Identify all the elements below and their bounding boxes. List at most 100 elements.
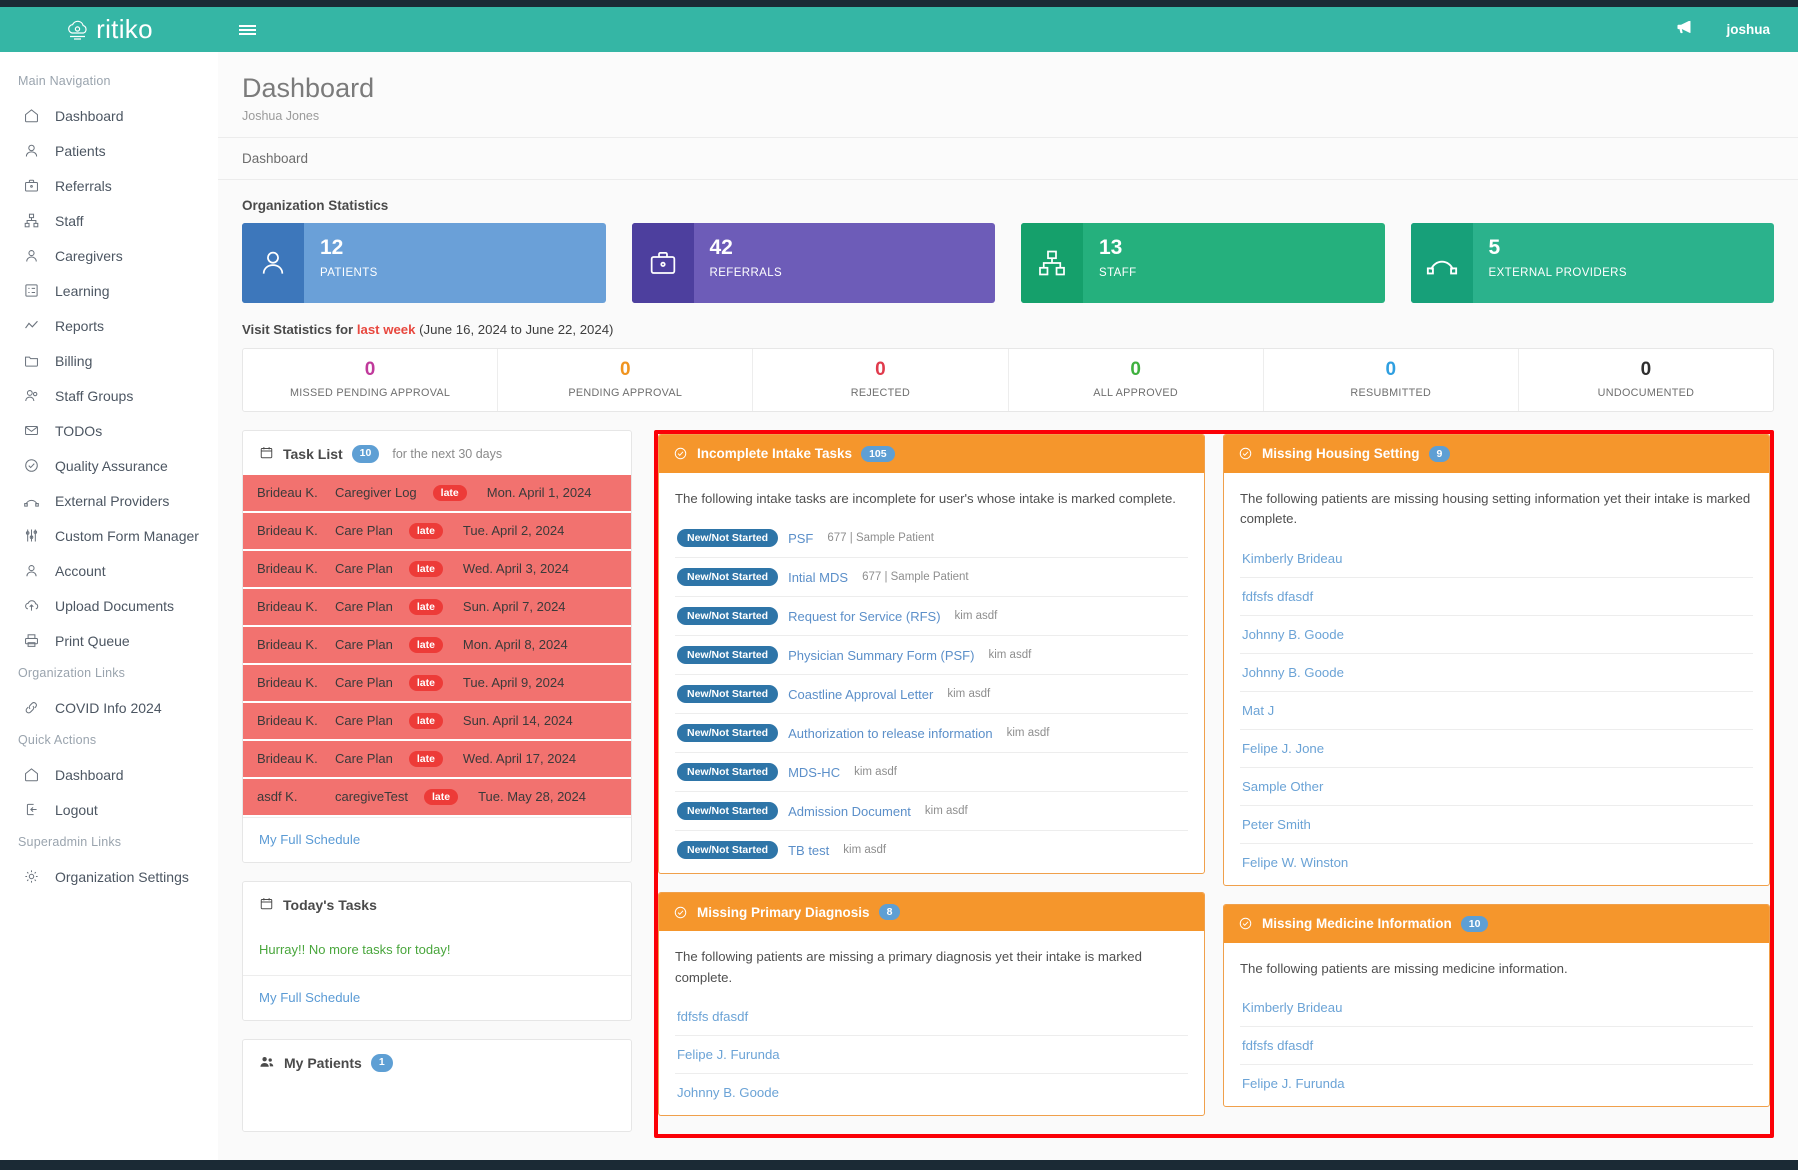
task-name[interactable]: MDS-HC: [788, 765, 840, 780]
table-row[interactable]: Brideau K. Caregiver Log late Mon. April…: [243, 475, 631, 513]
list-item[interactable]: Johnny B. Goode: [1240, 616, 1753, 654]
task-what: Care Plan: [335, 751, 393, 766]
list-item[interactable]: New/Not Started TB test kim asdf: [675, 831, 1188, 869]
list-item[interactable]: Felipe J. Jone: [1240, 730, 1753, 768]
hamburger-icon[interactable]: [228, 15, 266, 45]
sidebar-item-patients[interactable]: Patients: [0, 133, 218, 168]
list-item[interactable]: New/Not Started MDS-HC kim asdf: [675, 753, 1188, 792]
task-name[interactable]: Intial MDS: [788, 570, 848, 585]
list-item[interactable]: fdfsfs dfasdf: [1240, 1027, 1753, 1065]
task-what: Caregiver Log: [335, 485, 417, 500]
sidebar-item-covid-info-2024[interactable]: COVID Info 2024: [0, 690, 218, 725]
list-item[interactable]: New/Not Started Physician Summary Form (…: [675, 636, 1188, 675]
sidebar-item-logout[interactable]: Logout: [0, 792, 218, 827]
task-name[interactable]: TB test: [788, 843, 829, 858]
sidebar-item-caregivers[interactable]: Caregivers: [0, 238, 218, 273]
panel-header: Missing Primary Diagnosis 8: [659, 893, 1204, 931]
sidebar-item-upload-documents[interactable]: Upload Documents: [0, 588, 218, 623]
task-name[interactable]: Coastline Approval Letter: [788, 687, 933, 702]
task-name[interactable]: PSF: [788, 531, 813, 546]
sidebar-item-referrals[interactable]: Referrals: [0, 168, 218, 203]
task-name[interactable]: Admission Document: [788, 804, 911, 819]
my-full-schedule-link[interactable]: My Full Schedule: [259, 832, 360, 847]
sidebar-item-custom-form-manager[interactable]: Custom Form Manager: [0, 518, 218, 553]
task-meta: kim asdf: [955, 610, 998, 622]
stat-value: 13: [1099, 237, 1385, 258]
calendar-icon: [259, 445, 274, 463]
visit-stat-all-approved[interactable]: 0 ALL APPROVED: [1009, 349, 1264, 411]
table-row[interactable]: Brideau K. Care Plan late Sun. April 14,…: [243, 703, 631, 741]
task-name[interactable]: Authorization to release information: [788, 726, 993, 741]
user-circle-icon: [22, 246, 41, 265]
sidebar-item-billing[interactable]: Billing: [0, 343, 218, 378]
list-item[interactable]: Johnny B. Goode: [1240, 654, 1753, 692]
table-row[interactable]: Brideau K. Care Plan late Wed. April 17,…: [243, 741, 631, 779]
task-when: Wed. April 17, 2024: [463, 751, 576, 766]
sidebar-item-staff[interactable]: Staff: [0, 203, 218, 238]
list-item[interactable]: Mat J: [1240, 692, 1753, 730]
table-row[interactable]: Brideau K. Care Plan late Sun. April 7, …: [243, 589, 631, 627]
table-row[interactable]: Brideau K. Care Plan late Tue. April 2, …: [243, 513, 631, 551]
task-name[interactable]: Request for Service (RFS): [788, 609, 940, 624]
list-item[interactable]: New/Not Started Coastline Approval Lette…: [675, 675, 1188, 714]
sidebar-item-external-providers[interactable]: External Providers: [0, 483, 218, 518]
sidebar-item-quality-assurance[interactable]: Quality Assurance: [0, 448, 218, 483]
user-menu[interactable]: joshua: [1726, 22, 1770, 37]
sitemap-icon: [22, 211, 41, 230]
visit-stat-rejected[interactable]: 0 REJECTED: [753, 349, 1008, 411]
table-row[interactable]: Brideau K. Care Plan late Mon. April 8, …: [243, 627, 631, 665]
sidebar-item-label: Quality Assurance: [55, 458, 168, 474]
list-item[interactable]: Kimberly Brideau: [1240, 540, 1753, 578]
list-item[interactable]: fdfsfs dfasdf: [1240, 578, 1753, 616]
table-row[interactable]: asdf K. caregiveTest late Tue. May 28, 2…: [243, 779, 631, 817]
list-item[interactable]: Felipe J. Furunda: [675, 1036, 1188, 1074]
list-item[interactable]: Felipe W. Winston: [1240, 844, 1753, 881]
stat-card-staff[interactable]: 13 STAFF: [1021, 223, 1385, 303]
sidebar-item-account[interactable]: Account: [0, 553, 218, 588]
stat-card-referrals[interactable]: 42 REFERRALS: [632, 223, 996, 303]
task-who: Brideau K.: [257, 599, 321, 614]
sidebar-item-organization-settings[interactable]: Organization Settings: [0, 859, 218, 894]
task-list-footer: My Full Schedule: [243, 817, 631, 862]
list-item[interactable]: New/Not Started Authorization to release…: [675, 714, 1188, 753]
task-name[interactable]: Physician Summary Form (PSF): [788, 648, 974, 663]
brand-logo[interactable]: ritiko: [0, 7, 218, 52]
stat-card-patients[interactable]: 12 PATIENTS: [242, 223, 606, 303]
status-badge: late: [433, 485, 467, 501]
panel-description: The following patients are missing housi…: [1240, 489, 1753, 530]
sidebar-item-dashboard[interactable]: Dashboard: [0, 98, 218, 133]
sidebar-item-staff-groups[interactable]: Staff Groups: [0, 378, 218, 413]
list-item[interactable]: New/Not Started Request for Service (RFS…: [675, 597, 1188, 636]
stat-card-external-providers[interactable]: 5 EXTERNAL PROVIDERS: [1411, 223, 1775, 303]
list-item[interactable]: Johnny B. Goode: [675, 1074, 1188, 1111]
todays-tasks-footer: My Full Schedule: [243, 975, 631, 1020]
status-badge: New/Not Started: [677, 529, 778, 547]
list-item[interactable]: New/Not Started PSF 677 | Sample Patient: [675, 519, 1188, 558]
list-item[interactable]: fdfsfs dfasdf: [675, 998, 1188, 1036]
visit-stat-resubmitted[interactable]: 0 RESUBMITTED: [1264, 349, 1519, 411]
table-row[interactable]: Brideau K. Care Plan late Wed. April 3, …: [243, 551, 631, 589]
sidebar-item-quick-dashboard[interactable]: Dashboard: [0, 757, 218, 792]
printer-icon: [22, 631, 41, 650]
megaphone-icon[interactable]: [1675, 18, 1694, 42]
list-item[interactable]: New/Not Started Intial MDS 677 | Sample …: [675, 558, 1188, 597]
visit-stat-value: 0: [620, 360, 631, 379]
sidebar-item-reports[interactable]: Reports: [0, 308, 218, 343]
sidebar-item-learning[interactable]: Learning: [0, 273, 218, 308]
sidebar-item-print-queue[interactable]: Print Queue: [0, 623, 218, 658]
visit-stat-undocumented[interactable]: 0 UNDOCUMENTED: [1519, 349, 1773, 411]
list-item[interactable]: Kimberly Brideau: [1240, 989, 1753, 1027]
list-item[interactable]: New/Not Started Admission Document kim a…: [675, 792, 1188, 831]
my-full-schedule-link[interactable]: My Full Schedule: [259, 990, 360, 1005]
sidebar-item-label: Reports: [55, 318, 104, 334]
table-row[interactable]: Brideau K. Care Plan late Tue. April 9, …: [243, 665, 631, 703]
list-item[interactable]: Sample Other: [1240, 768, 1753, 806]
visit-stat-missed-pending-approval[interactable]: 0 MISSED PENDING APPROVAL: [243, 349, 498, 411]
sidebar-item-todos[interactable]: TODOs: [0, 413, 218, 448]
visit-stat-pending-approval[interactable]: 0 PENDING APPROVAL: [498, 349, 753, 411]
status-badge: late: [409, 751, 443, 767]
list-item[interactable]: Felipe J. Furunda: [1240, 1065, 1753, 1102]
breadcrumb[interactable]: Dashboard: [218, 138, 1798, 180]
list-item[interactable]: Peter Smith: [1240, 806, 1753, 844]
sidebar-item-label: TODOs: [55, 423, 102, 439]
